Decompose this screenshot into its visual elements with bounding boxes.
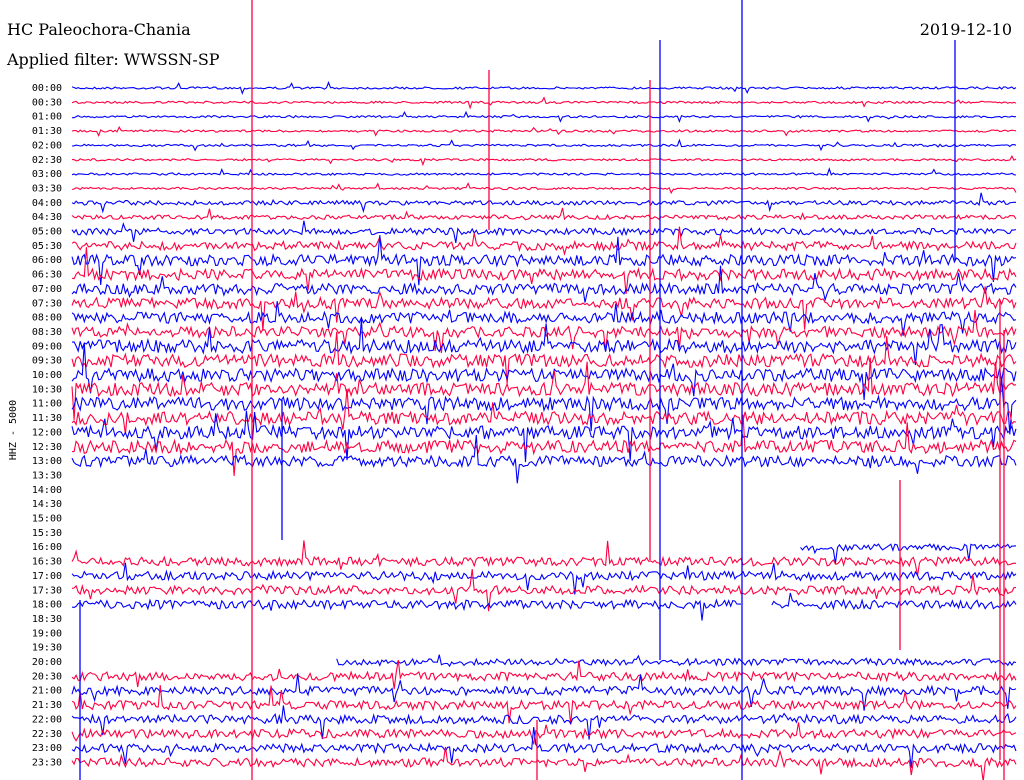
seismogram-traces (71, 0, 1017, 780)
seismic-trace-0230 (71, 155, 1017, 167)
hour-tick-label: 05:30 (32, 241, 62, 252)
hour-tick-label: 19:00 (32, 628, 62, 639)
hour-tick-labels: 00:00 00:30 01:00 01:30 02:00 02:30 03:00 03:30… (32, 83, 62, 768)
seismic-trace-0330 (71, 182, 1017, 195)
hour-tick-label: 09:30 (32, 356, 62, 367)
hour-tick-label: 14:00 (32, 485, 62, 496)
hour-tick-label: 13:30 (32, 470, 62, 481)
seismic-trace-0730 (71, 286, 1017, 331)
hour-tick-label: 15:30 (32, 528, 62, 539)
seismic-trace-0130 (71, 125, 1017, 137)
hour-tick-label: 03:00 (32, 169, 62, 180)
hour-tick-label: 01:30 (32, 126, 62, 137)
seismic-trace-2030 (71, 660, 1017, 690)
seismic-trace-0200 (71, 138, 1017, 152)
hour-tick-label: 00:30 (32, 97, 62, 108)
hour-tick-label: 23:00 (32, 743, 62, 754)
seismic-trace-0030 (71, 96, 1017, 110)
seismic-trace-1800 (71, 592, 1017, 621)
hour-tick-label: 21:00 (32, 686, 62, 697)
hour-tick-label: 18:30 (32, 614, 62, 625)
hour-tick-label: 13:00 (32, 456, 62, 467)
channel-label: HHZ - 5000 (8, 400, 19, 460)
hour-tick-label: 14:30 (32, 499, 62, 510)
hour-tick-label: 04:30 (32, 212, 62, 223)
hour-tick-label: 07:00 (32, 284, 62, 295)
hour-tick-label: 03:30 (32, 183, 62, 194)
hour-tick-label: 02:00 (32, 140, 62, 151)
seismic-trace-1630 (71, 540, 1017, 576)
hour-tick-label: 10:30 (32, 384, 62, 395)
seismic-trace-0000 (71, 80, 1017, 95)
hour-tick-label: 07:30 (32, 298, 62, 309)
hour-tick-label: 08:30 (32, 327, 62, 338)
hour-tick-label: 04:00 (32, 198, 62, 209)
hour-tick-label: 17:00 (32, 571, 62, 582)
hour-tick-label: 06:00 (32, 255, 62, 266)
hour-tick-label: 16:30 (32, 557, 62, 568)
hour-tick-label: 00:00 (32, 83, 62, 94)
hour-tick-label: 18:00 (32, 600, 62, 611)
hour-tick-label: 20:00 (32, 657, 62, 668)
hour-tick-label: 16:00 (32, 542, 62, 553)
hour-tick-label: 12:00 (32, 427, 62, 438)
hour-tick-label: 11:00 (32, 399, 62, 410)
hour-tick-label: 22:00 (32, 714, 62, 725)
hour-tick-label: 19:30 (32, 643, 62, 654)
hour-tick-label: 15:00 (32, 514, 62, 525)
seismic-trace-2230 (71, 722, 1017, 745)
hour-tick-label: 21:30 (32, 700, 62, 711)
seismic-trace-0100 (72, 110, 1016, 123)
hour-tick-label: 08:00 (32, 313, 62, 324)
seismic-trace-2000 (336, 654, 1017, 668)
seismic-trace-0600 (71, 235, 1017, 286)
seismic-trace-1230 (72, 414, 1017, 476)
hour-tick-label: 17:30 (32, 585, 62, 596)
hour-tick-label: 09:00 (32, 341, 62, 352)
seismic-trace-0800 (71, 301, 1017, 336)
hour-tick-label: 06:30 (32, 270, 62, 281)
hour-tick-label: 22:30 (32, 729, 62, 740)
seismogram-chart: 00:00 00:30 01:00 01:30 02:00 02:30 03:00 03:30… (8, 0, 1017, 780)
hour-tick-label: 23:30 (32, 757, 62, 768)
hour-tick-label: 02:30 (32, 155, 62, 166)
seismic-trace-0500 (71, 220, 1017, 244)
seismic-trace-1200 (71, 410, 1017, 463)
hour-tick-label: 10:00 (32, 370, 62, 381)
seismic-trace-0430 (71, 207, 1017, 221)
hour-tick-label: 01:00 (32, 112, 62, 123)
seismic-trace-0400 (71, 192, 1016, 214)
hour-tick-label: 05:00 (32, 227, 62, 238)
hour-tick-label: 20:30 (32, 671, 62, 682)
seismic-trace-0300 (71, 167, 1017, 176)
hour-tick-label: 12:30 (32, 442, 62, 453)
hour-tick-label: 11:30 (32, 413, 62, 424)
